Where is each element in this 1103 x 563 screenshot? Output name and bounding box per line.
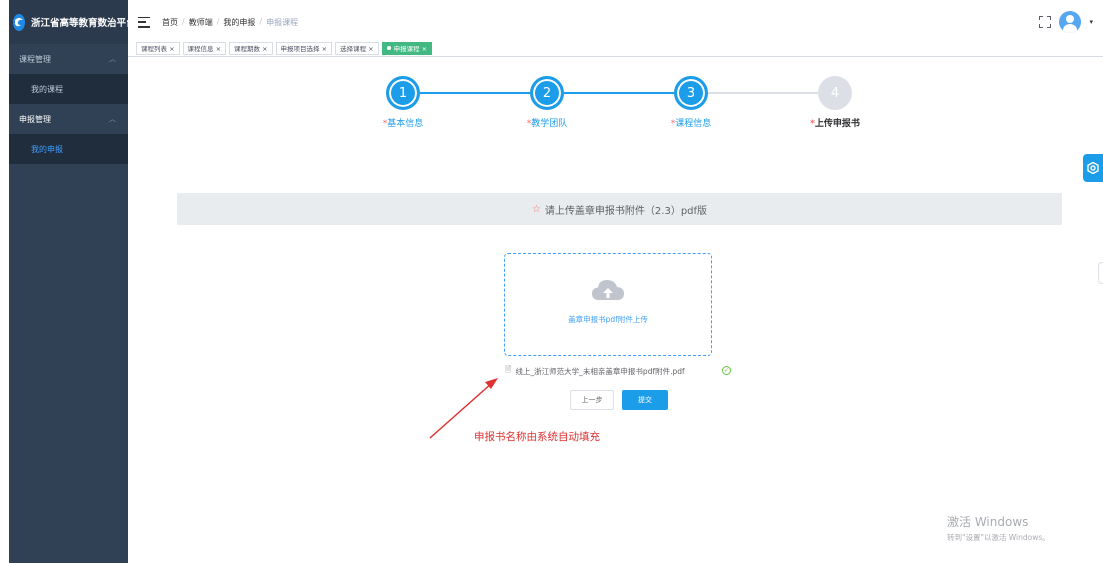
tag-select-course[interactable]: 选择课程 × [335, 41, 379, 55]
step-connector [420, 92, 547, 94]
step-circle-4: 4 [818, 76, 852, 110]
tag-course-list[interactable]: 课程列表 × [136, 41, 180, 55]
sidebar-item-my-courses[interactable]: 我的课程 [9, 74, 128, 104]
step-label-1: *基本信息 [382, 119, 424, 129]
fullscreen-icon[interactable] [1039, 16, 1052, 28]
tag-course-info[interactable]: 课程信息 × [182, 41, 227, 55]
navbar-right: ▾ [1039, 11, 1093, 33]
gear-icon [1087, 162, 1099, 174]
settings-float-button[interactable] [1083, 154, 1103, 182]
sidebar-item-label: 我的申报 [31, 144, 63, 154]
breadcrumb-separator: / [182, 16, 185, 26]
side-drawer-handle[interactable] [1098, 262, 1103, 284]
chevron-up-icon: ︿ [109, 55, 116, 63]
hamburger-icon[interactable] [138, 16, 150, 28]
breadcrumb-item-teacher[interactable]: 教师端 [189, 17, 213, 28]
uploaded-file-name: 线上_浙江师范大学_未相亲盖章申报书pdf附件.pdf [515, 366, 685, 376]
document-icon: 🗎 [505, 365, 512, 374]
watermark-title: 激活 Windows [947, 515, 1029, 529]
breadcrumb-item-my-declarations[interactable]: 我的申报 [223, 17, 255, 28]
progress-steps: 1 2 3 4 *基本信息 *教学团队 *课程信息 *上传申报书 [128, 58, 1103, 138]
top-navbar: 首页 / 教师端 / 我的申报 / 申报课程 ▾ [128, 0, 1103, 44]
step-label-4: *上传申报书 [810, 119, 860, 129]
uploaded-file-item[interactable]: 🗎 线上_浙江师范大学_未相亲盖章申报书pdf附件.pdf ✓ [505, 364, 735, 378]
step-circle-1: 1 [386, 76, 420, 110]
notice-text: 请上传盖章申报书附件（2.3）pdf版 [544, 205, 708, 217]
annotation-text: 申报书名称由系统自动填充 [474, 431, 600, 443]
upload-notice-banner: ☆ 请上传盖章申报书附件（2.3）pdf版 [177, 193, 1062, 225]
star-icon: ☆ [531, 203, 541, 215]
logo-bar[interactable]: 浙江省高等教育数治平台 [9, 0, 136, 44]
sidebar-item-label: 我的课程 [31, 84, 63, 94]
breadcrumb-item-home[interactable]: 首页 [162, 17, 178, 28]
submit-button[interactable]: 提交 [622, 390, 668, 410]
check-circle-icon: ✓ [722, 366, 731, 375]
step-label-3: *课程信息 [670, 119, 712, 129]
tag-declare-course[interactable]: 申报课程 × [381, 41, 433, 55]
left-gap [0, 0, 9, 563]
breadcrumb-separator: / [216, 16, 220, 26]
active-dot-icon [386, 46, 391, 50]
watermark-subtitle: 转到"设置"以激活 Windows。 [947, 533, 1050, 542]
step-circle-2: 2 [530, 76, 564, 110]
sidebar-group-course-management[interactable]: 课程管理 ︿ [9, 44, 128, 74]
previous-step-button[interactable]: 上一步 [570, 390, 614, 410]
tag-course-terms[interactable]: 课程期数 × [229, 41, 273, 55]
logo-text: 浙江省高等教育数治平台 [31, 18, 136, 29]
sidebar-item-my-declarations[interactable]: 我的申报 [9, 134, 128, 164]
breadcrumb-item-current: 申报课程 [266, 17, 299, 27]
tag-label: 申报课程 × [393, 45, 428, 53]
tags-view: 课程列表 × 课程信息 × 课程期数 × 申报项目选择 × 选择课程 × 申报课… [128, 40, 1103, 57]
sidebar: 浙江省高等教育数治平台 课程管理 ︿ 我的课程 申报管理 ︿ 我的申报 [9, 0, 136, 563]
caret-down-icon[interactable]: ▾ [1089, 18, 1093, 26]
cloud-upload-icon [592, 280, 624, 300]
app-root: 浙江省高等教育数治平台 课程管理 ︿ 我的课程 申报管理 ︿ 我的申报 首页 /… [0, 0, 1103, 563]
windows-activation-watermark: 激活 Windows 转到"设置"以激活 Windows。 [947, 513, 1050, 543]
step-circle-3: 3 [674, 76, 708, 110]
sidebar-group-declaration-management[interactable]: 申报管理 ︿ [9, 104, 128, 134]
step-connector [708, 92, 835, 94]
logo-icon [13, 13, 25, 31]
tag-project-select[interactable]: 申报项目选择 × [275, 41, 333, 55]
sidebar-group-label: 课程管理 [19, 54, 51, 64]
avatar[interactable] [1059, 11, 1082, 33]
breadcrumb-separator: / [259, 16, 263, 26]
sidebar-group-label: 申报管理 [19, 114, 51, 124]
step-connector [564, 92, 691, 94]
file-upload-dropzone[interactable]: 盖章申报书pdf附件上传 [504, 253, 712, 356]
upload-label: 盖章申报书pdf附件上传 [568, 315, 648, 324]
chevron-up-icon: ︿ [109, 115, 116, 123]
breadcrumb: 首页 / 教师端 / 我的申报 / 申报课程 [162, 17, 298, 28]
step-label-2: *教学团队 [526, 119, 568, 129]
